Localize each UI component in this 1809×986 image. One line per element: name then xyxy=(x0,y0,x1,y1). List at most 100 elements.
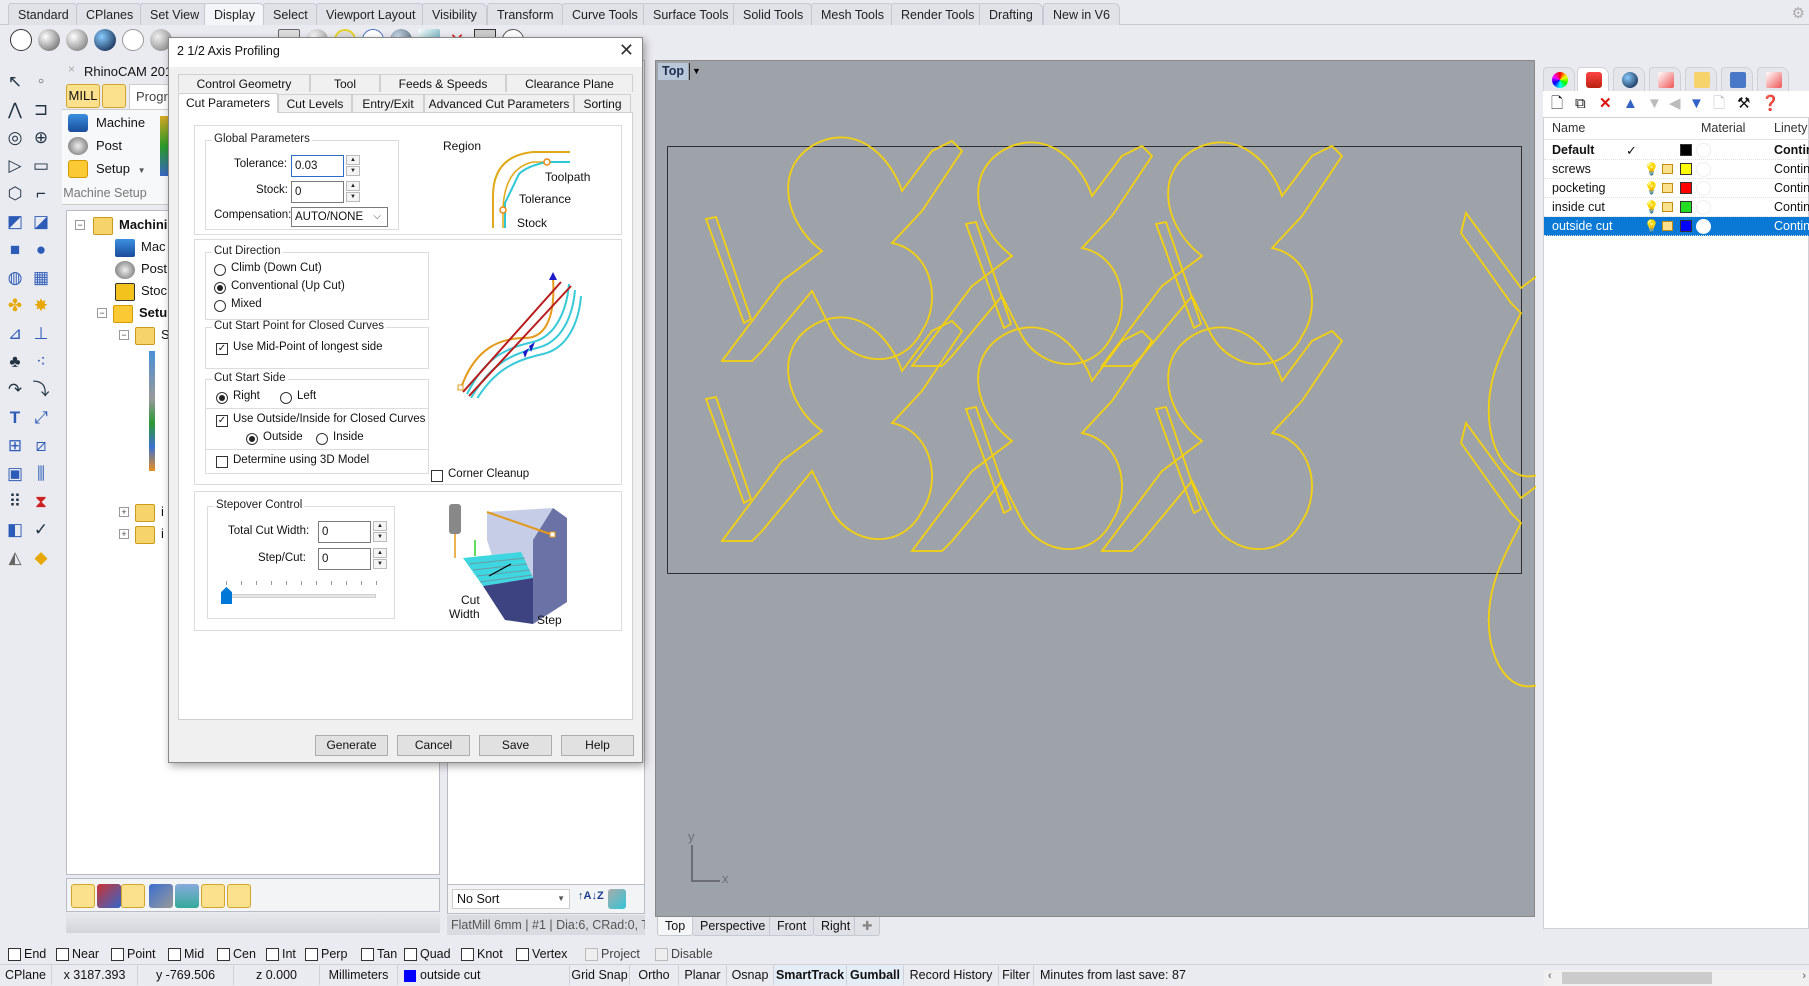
surface-from-points-icon[interactable]: ◩ xyxy=(4,211,26,233)
status-toggle-smarttrack[interactable]: SmartTrack xyxy=(774,965,847,985)
layer-material-icon[interactable] xyxy=(1696,143,1711,158)
part-outline-curve[interactable] xyxy=(910,141,1154,367)
wireframe-globe-icon[interactable] xyxy=(10,29,32,51)
tree-node-setup-folder[interactable]: S xyxy=(135,324,170,346)
panel-tab-layers[interactable] xyxy=(1577,67,1609,91)
tab-sorting[interactable]: Sorting xyxy=(574,94,631,112)
mill-mode-button[interactable]: MILL xyxy=(66,84,100,108)
ribbon-tab-mesh-tools[interactable]: Mesh Tools xyxy=(811,3,894,25)
osnap-cen[interactable]: Cen xyxy=(217,945,256,963)
ghosted-sphere-icon[interactable] xyxy=(94,29,116,51)
tab-clearance-plane[interactable]: Clearance Plane xyxy=(506,74,633,92)
fillet-curve-icon[interactable]: ⌐ xyxy=(30,183,52,205)
xray-sphere-icon[interactable] xyxy=(122,29,144,51)
shaded-sphere-icon[interactable] xyxy=(38,29,60,51)
layer-material-icon[interactable] xyxy=(1696,162,1711,177)
determine-3d-checkbox[interactable] xyxy=(216,456,228,468)
cam-tool-list-icon[interactable] xyxy=(97,884,121,908)
ribbon-tab-render-tools[interactable]: Render Tools xyxy=(891,3,985,25)
polyline-icon[interactable]: ⋀ xyxy=(4,99,26,121)
dialog-close-button[interactable]: ✕ xyxy=(619,40,634,61)
layer-row[interactable]: inside cut 💡 Contin xyxy=(1544,198,1809,217)
compensation-dropdown[interactable]: AUTO/NONE ⌵ xyxy=(291,207,388,227)
midpoint-checkbox[interactable]: ✓ xyxy=(216,343,228,355)
part-outline-curve[interactable] xyxy=(720,316,964,542)
total-cut-width-input[interactable]: 0 xyxy=(318,521,371,543)
move-icon[interactable]: ⤢ xyxy=(30,407,52,429)
layer-linetype[interactable]: Contin xyxy=(1774,160,1809,179)
filter-icon[interactable]: ▼ xyxy=(1689,95,1704,113)
top-viewport[interactable]: Top ▼ y x xyxy=(655,60,1536,918)
tree-node-folder-2[interactable]: i xyxy=(135,523,164,545)
ellipse-icon[interactable]: ⊕ xyxy=(30,127,52,149)
lock-icon[interactable] xyxy=(1662,221,1673,231)
status-cplane[interactable]: CPlane xyxy=(0,965,52,985)
layer-linetype[interactable]: Contin xyxy=(1774,198,1809,217)
panel-tab-color[interactable] xyxy=(1543,67,1575,91)
help-button[interactable]: Help xyxy=(561,735,634,756)
outside-radio[interactable] xyxy=(246,433,258,445)
status-toggle-gumball[interactable]: Gumball xyxy=(847,965,904,985)
curve-icon[interactable]: ⊐ xyxy=(30,99,52,121)
column-material[interactable]: Material xyxy=(1701,121,1745,135)
rectangle-icon[interactable]: ▭ xyxy=(30,155,52,177)
tree-node-post[interactable]: Post xyxy=(115,258,167,280)
collapse-icon[interactable]: − xyxy=(97,308,107,318)
layer-material-icon[interactable] xyxy=(1696,181,1711,196)
osnap-near[interactable]: Near xyxy=(56,945,99,963)
ribbon-tab-viewport-layout[interactable]: Viewport Layout xyxy=(316,3,426,25)
layer-name[interactable]: outside cut xyxy=(1552,217,1612,236)
viewport-tab-front[interactable]: Front xyxy=(769,917,815,936)
part-tab-curve[interactable] xyxy=(704,395,753,505)
render-preview-icon[interactable]: ◆ xyxy=(30,547,52,569)
grid-array-icon[interactable]: ⠿ xyxy=(4,491,26,513)
save-button[interactable]: Save xyxy=(479,735,552,756)
column-name[interactable]: Name xyxy=(1552,121,1585,135)
tree-node-machine[interactable]: Mac xyxy=(115,236,166,258)
use-outside-inside-checkbox[interactable]: ✓ xyxy=(216,415,228,427)
current-layer-check-icon[interactable]: ✓ xyxy=(1626,141,1637,160)
offset-curve-icon[interactable]: ↷ xyxy=(4,379,26,401)
mirror-icon[interactable]: ⧗ xyxy=(30,491,52,513)
part-outline-curve[interactable] xyxy=(720,136,964,362)
cam-tool-stack-icon[interactable] xyxy=(175,884,199,908)
tools-hammer-icon[interactable]: ⚒ xyxy=(1737,95,1750,113)
ribbon-tab-curve-tools[interactable]: Curve Tools xyxy=(562,3,648,25)
osnap-vertex[interactable]: Vertex xyxy=(516,945,567,963)
layer-linetype[interactable]: Contin xyxy=(1774,179,1809,198)
layer-color-swatch[interactable] xyxy=(1680,144,1692,156)
ribbon-tab-cplanes[interactable]: CPlanes xyxy=(76,3,144,25)
tree-node-stock[interactable]: Stoc xyxy=(115,280,167,302)
layer-row[interactable]: pocketing 💡 Contin xyxy=(1544,179,1809,198)
trim-icon[interactable]: ⊿ xyxy=(4,323,26,345)
add-viewport-icon[interactable]: ✚ xyxy=(854,917,881,936)
visibility-bulb-icon[interactable]: 💡 xyxy=(1644,160,1659,179)
osnap-project[interactable]: Project xyxy=(585,945,640,963)
ribbon-tab-set-view[interactable]: Set View xyxy=(140,3,210,25)
polygon-icon[interactable]: ⬡ xyxy=(4,183,26,205)
cam-tool-simulate-icon[interactable] xyxy=(121,884,145,908)
step-cut-input[interactable]: 0 xyxy=(318,548,371,570)
delete-layer-icon[interactable]: ✕ xyxy=(1599,95,1612,113)
tree-node-machining[interactable]: Machinin xyxy=(93,214,175,236)
tab-feeds-speeds[interactable]: Feeds & Speeds xyxy=(380,74,506,92)
status-toggle-ortho[interactable]: Ortho xyxy=(630,965,679,985)
blend-curve-icon[interactable]: ⤵ xyxy=(30,379,52,401)
ungroup-icon[interactable]: ⁖ xyxy=(30,351,52,373)
layer-color-swatch[interactable] xyxy=(1680,201,1692,213)
select-arrow-icon[interactable]: ↖ xyxy=(4,71,26,93)
layer-color-swatch[interactable] xyxy=(1680,163,1692,175)
scale-icon[interactable]: ⧄ xyxy=(30,435,52,457)
move-out-icon[interactable]: ◀ xyxy=(1669,95,1681,113)
conventional-radio[interactable] xyxy=(214,282,226,294)
bend-icon[interactable]: ◧ xyxy=(4,519,26,541)
viewport-tab-top[interactable]: Top xyxy=(657,917,694,936)
osnap-perp[interactable]: Perp xyxy=(305,945,347,963)
layer-color-swatch[interactable] xyxy=(1680,220,1692,232)
explode-icon[interactable]: ✸ xyxy=(30,295,52,317)
osnap-int[interactable]: Int xyxy=(266,945,296,963)
mill-tool-icon[interactable] xyxy=(102,84,126,108)
total-cut-width-spinner[interactable]: ▲ ▼ xyxy=(373,521,387,543)
tree-node-setup[interactable]: Setup xyxy=(113,302,175,324)
cut-curves[interactable] xyxy=(656,61,1536,918)
